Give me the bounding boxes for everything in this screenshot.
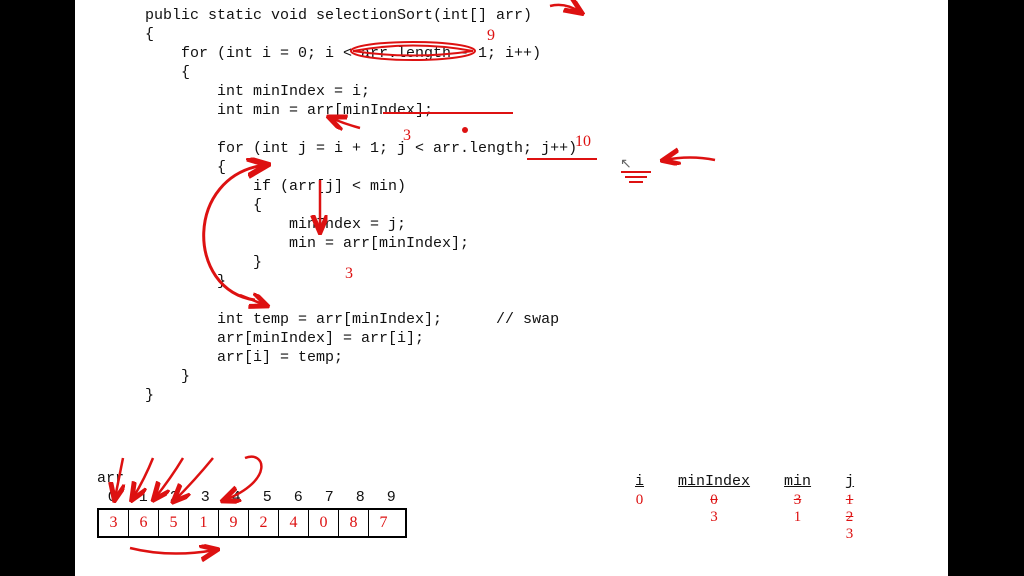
- var-value-struck: 2: [846, 509, 854, 525]
- code-line: {: [145, 197, 262, 214]
- arr-cell: 7: [369, 510, 398, 536]
- code-line: }: [145, 273, 226, 290]
- code-line: }: [145, 368, 190, 385]
- arr-cell: 5: [159, 510, 189, 536]
- arr-cell: 4: [279, 510, 309, 536]
- arr-cell: 6: [129, 510, 159, 536]
- var-col-minIndex: minIndex 0 3: [678, 473, 750, 543]
- arr-index: 2: [159, 489, 190, 506]
- var-value-struck: 0: [710, 492, 718, 508]
- code-line: public static void selectionSort(int[] a…: [145, 7, 532, 24]
- code-line: min = arr[minIndex];: [145, 235, 469, 252]
- var-name: minIndex: [678, 473, 750, 490]
- code-block: public static void selectionSort(int[] a…: [145, 6, 577, 405]
- code-line: arr[minIndex] = arr[i];: [145, 330, 424, 347]
- ann-10: 10: [575, 133, 591, 150]
- code-line: {: [145, 26, 154, 43]
- var-col-i: i 0: [635, 473, 644, 543]
- var-value: 3: [846, 526, 854, 542]
- arr-index: 6: [283, 489, 314, 506]
- var-col-j: j 1 2 3: [845, 473, 854, 543]
- var-name: j: [845, 473, 854, 490]
- var-value: 0: [635, 492, 644, 509]
- stage: public static void selectionSort(int[] a…: [0, 0, 1024, 576]
- arr-cell: 2: [249, 510, 279, 536]
- code-line: minIndex = j;: [145, 216, 406, 233]
- arr-cell: 1: [189, 510, 219, 536]
- arr-cell: 3: [99, 510, 129, 536]
- arr-indices: 0123456789: [97, 489, 407, 506]
- arr-label: arr: [97, 470, 407, 487]
- arr-index: 1: [128, 489, 159, 506]
- var-name: min: [784, 473, 811, 490]
- code-line: }: [145, 387, 154, 404]
- arr-cell: 0: [309, 510, 339, 536]
- trace-table: i 0 minIndex 0 3 min 3 1 j 1: [635, 473, 854, 543]
- arr-index: 7: [314, 489, 345, 506]
- code-line: if (arr[j] < min): [145, 178, 406, 195]
- var-value-struck: 3: [794, 492, 802, 508]
- arr-index: 5: [252, 489, 283, 506]
- arr-index: 3: [190, 489, 221, 506]
- code-line: arr[i] = temp;: [145, 349, 343, 366]
- var-value: 1: [794, 509, 802, 525]
- code-line: {: [145, 159, 226, 176]
- code-line: {: [145, 64, 190, 81]
- var-value-struck: 1: [846, 492, 854, 508]
- arr-index: 0: [97, 489, 128, 506]
- code-line: int minIndex = i;: [145, 83, 370, 100]
- var-col-min: min 3 1: [784, 473, 811, 543]
- code-line: int min = arr[minIndex];: [145, 102, 433, 119]
- arr-index: 9: [376, 489, 407, 506]
- var-value: 3: [710, 509, 718, 525]
- arr-cell: 9: [219, 510, 249, 536]
- arr-boxes: 3 6 5 1 9 2 4 0 8 7: [97, 508, 407, 538]
- svg-text:↖: ↖: [620, 157, 632, 172]
- var-name: i: [635, 473, 644, 490]
- code-line: for (int j = i + 1; j < arr.length; j++): [145, 140, 577, 157]
- arr-cell: 8: [339, 510, 369, 536]
- paper: public static void selectionSort(int[] a…: [75, 0, 948, 576]
- array-diagram: arr 0123456789 3 6 5 1 9 2 4 0 8 7: [97, 470, 407, 538]
- arr-index: 8: [345, 489, 376, 506]
- code-line: int temp = arr[minIndex]; // swap: [145, 311, 559, 328]
- code-line: }: [145, 254, 262, 271]
- code-line: for (int i = 0; i < arr.length - 1; i++): [145, 45, 541, 62]
- arr-index: 4: [221, 489, 252, 506]
